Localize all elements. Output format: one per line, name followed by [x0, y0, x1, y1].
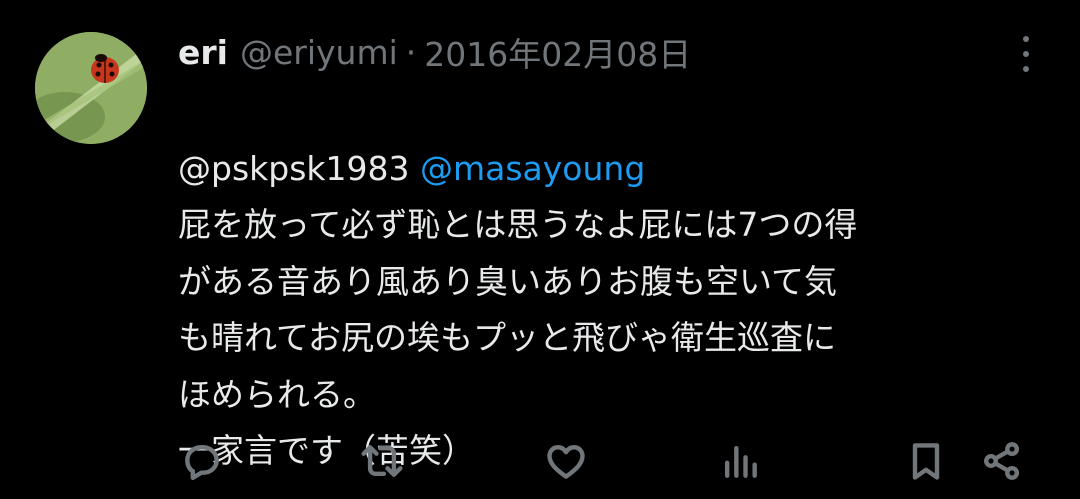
tweet-date[interactable]: 2016年02月08日 — [424, 28, 691, 76]
mention-pskpsk1983[interactable]: @pskpsk1983 — [178, 149, 409, 188]
more-dot — [1023, 51, 1029, 57]
ladybug-avatar-image — [35, 32, 147, 144]
mention-masayoung[interactable]: @masayoung — [420, 149, 645, 188]
reply-icon — [185, 445, 219, 481]
like-button[interactable] — [542, 435, 590, 487]
separator: · — [405, 32, 417, 72]
avatar[interactable] — [35, 32, 147, 144]
views-icon — [724, 445, 757, 478]
tweet-body: @pskpsk1983 @masayoung 屁を放って必ず恥とは思うなよ屁には7… — [178, 84, 1058, 480]
share-button[interactable] — [978, 435, 1026, 487]
tweet-card[interactable]: eri @eriyumi · 2016年02月08日 @pskpsk1983 @… — [0, 0, 1080, 499]
reply-button[interactable] — [178, 435, 226, 487]
reply-mentions: @pskpsk1983 @masayoung — [178, 141, 1058, 198]
display-name[interactable]: eri — [178, 33, 228, 72]
tweet-header: eri @eriyumi · 2016年02月08日 — [178, 28, 691, 76]
more-dot — [1023, 66, 1029, 72]
bookmark-button[interactable] — [902, 435, 950, 487]
more-vertical-icon — [1023, 36, 1029, 42]
heart-icon — [547, 445, 585, 479]
user-handle[interactable]: @eriyumi — [240, 33, 398, 72]
share-icon — [984, 442, 1020, 480]
bookmark-icon — [912, 443, 940, 480]
action-bar — [0, 435, 1080, 491]
tweet-text: 屁を放って必ず恥とは思うなよ屁には7つの得 がある音あり風あり臭いありお腹も空い… — [178, 205, 858, 470]
retweet-icon — [361, 445, 403, 477]
more-options-button[interactable] — [1014, 36, 1038, 72]
retweet-button[interactable] — [358, 435, 406, 487]
views-button[interactable] — [716, 435, 764, 487]
